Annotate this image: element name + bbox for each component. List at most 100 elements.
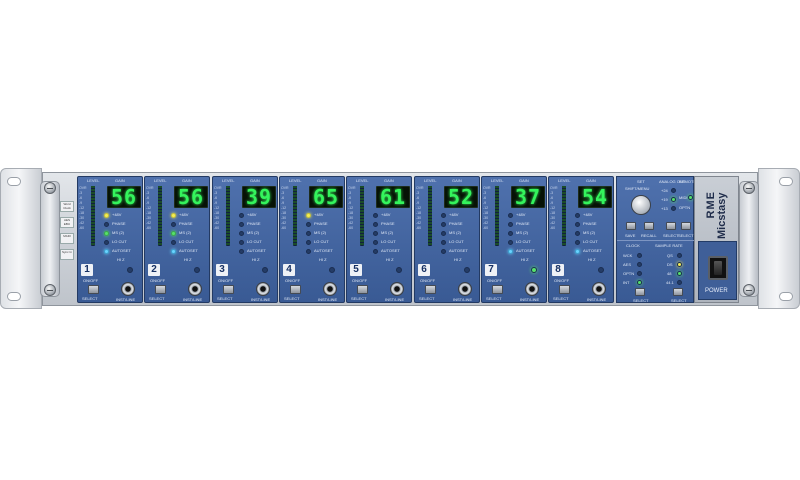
power-switch[interactable] xyxy=(708,256,728,280)
channel-option[interactable]: LO CUT xyxy=(305,237,345,246)
option-led xyxy=(171,230,176,236)
meter-segment xyxy=(495,207,499,209)
channel-option[interactable]: PHASE xyxy=(574,219,614,228)
meter-segment xyxy=(293,192,297,194)
channel-option[interactable]: LO CUT xyxy=(574,237,614,246)
instrument-input-jack[interactable] xyxy=(256,282,270,296)
gain-display: 56 xyxy=(107,186,141,208)
instrument-input-jack[interactable] xyxy=(188,282,202,296)
channel-option[interactable]: MS (2) xyxy=(507,228,547,237)
save-button[interactable] xyxy=(626,222,636,230)
channel-option[interactable]: LO CUT xyxy=(103,237,143,246)
hiz-led xyxy=(598,267,604,273)
instrument-input-jack[interactable] xyxy=(525,282,539,296)
instrument-input-jack[interactable] xyxy=(323,282,337,296)
instrument-input-jack[interactable] xyxy=(121,282,135,296)
channel-option[interactable]: AUTOSET xyxy=(170,246,210,255)
sample-rate-option: 44.1 xyxy=(666,280,674,285)
channel-option: HI Z xyxy=(305,255,345,264)
channel-strip: LEVEL GAIN OVR -3 -6 -9 -12 -18 -30 -42 -60 52 +… xyxy=(414,176,480,303)
meter-segment xyxy=(226,237,230,239)
channel-option[interactable]: LO CUT xyxy=(238,237,278,246)
meter-segment xyxy=(293,186,297,188)
option-led xyxy=(239,230,244,236)
channel-option[interactable]: LO CUT xyxy=(170,237,210,246)
select-button[interactable] xyxy=(425,285,436,294)
channel-option[interactable]: AUTOSET xyxy=(238,246,278,255)
meter-segment xyxy=(360,228,364,230)
channel-option[interactable]: AUTOSET xyxy=(305,246,345,255)
onoff-label: ON/OFF xyxy=(420,278,436,283)
channel-number: 1 xyxy=(81,264,93,276)
channel-option[interactable]: +48V xyxy=(440,210,480,219)
clock-option: INT xyxy=(623,280,630,285)
gain-display: 39 xyxy=(242,186,276,208)
channel-option[interactable]: MS (2) xyxy=(372,228,412,237)
channel-option[interactable]: PHASE xyxy=(103,219,143,228)
channel-option[interactable]: PHASE xyxy=(238,219,278,228)
channel-option[interactable]: MS (2) xyxy=(238,228,278,237)
instrument-input-jack[interactable] xyxy=(592,282,606,296)
meter-segment xyxy=(562,207,566,209)
select-button[interactable] xyxy=(492,285,503,294)
select-button[interactable] xyxy=(290,285,301,294)
meter-segment xyxy=(158,225,162,227)
channel-option[interactable]: +48V xyxy=(170,210,210,219)
channel-option[interactable]: PHASE xyxy=(372,219,412,228)
channel-option[interactable]: PHASE xyxy=(507,219,547,228)
channel-option[interactable]: MS (2) xyxy=(574,228,614,237)
channel-option[interactable]: MS (2) xyxy=(103,228,143,237)
channel-option[interactable]: AUTOSET xyxy=(507,246,547,255)
channel-option[interactable]: PHASE xyxy=(440,219,480,228)
level-meter xyxy=(158,186,162,246)
meter-scale: OVR -3 -6 -9 -12 -18 -30 -42 -60 xyxy=(550,186,561,246)
select-label: SELECT xyxy=(553,296,569,301)
meter-segment xyxy=(360,237,364,239)
meter-scale: OVR -3 -6 -9 -12 -18 -30 -42 -60 xyxy=(348,186,359,246)
instrument-input-jack[interactable] xyxy=(458,282,472,296)
select-button[interactable] xyxy=(88,285,99,294)
channel-option[interactable]: PHASE xyxy=(170,219,210,228)
set-knob[interactable] xyxy=(631,195,651,215)
remote-select-button[interactable] xyxy=(681,222,691,230)
level-label: LEVEL xyxy=(222,178,235,183)
sample-rate-select-button[interactable] xyxy=(673,288,683,296)
meter-segment xyxy=(428,234,432,236)
channel-option[interactable]: +48V xyxy=(305,210,345,219)
recall-button[interactable] xyxy=(644,222,654,230)
channel-option[interactable]: AUTOSET xyxy=(574,246,614,255)
channel-option[interactable]: PHASE xyxy=(305,219,345,228)
analog-out-option: +24 xyxy=(661,188,668,193)
option-label: +48V xyxy=(112,212,122,217)
clock-select-button[interactable] xyxy=(635,288,645,296)
hiz-led xyxy=(194,267,200,273)
meter-segment xyxy=(293,204,297,206)
channel-option[interactable]: MS (2) xyxy=(170,228,210,237)
channel-option[interactable]: LO CUT xyxy=(440,237,480,246)
select-button[interactable] xyxy=(155,285,166,294)
option-led xyxy=(373,239,378,245)
gain-display: 37 xyxy=(511,186,545,208)
option-led xyxy=(104,230,109,236)
channel-option[interactable]: +48V xyxy=(507,210,547,219)
select-button[interactable] xyxy=(357,285,368,294)
channel-option[interactable]: AUTOSET xyxy=(103,246,143,255)
channel-option[interactable]: +48V xyxy=(372,210,412,219)
select-button[interactable] xyxy=(223,285,234,294)
meter-segment xyxy=(91,186,95,188)
channel-option[interactable]: AUTOSET xyxy=(440,246,480,255)
meter-segment xyxy=(495,198,499,200)
select-button[interactable] xyxy=(559,285,570,294)
instrument-input-jack[interactable] xyxy=(390,282,404,296)
option-label: LO CUT xyxy=(583,239,598,244)
channel-option[interactable]: MS (2) xyxy=(305,228,345,237)
channel-option[interactable]: +48V xyxy=(238,210,278,219)
analog-out-select-button[interactable] xyxy=(666,222,676,230)
channel-controls: ON/OFF SELECT INST/LINE xyxy=(549,278,615,303)
channel-option[interactable]: LO CUT xyxy=(507,237,547,246)
channel-option[interactable]: +48V xyxy=(574,210,614,219)
channel-option[interactable]: LO CUT xyxy=(372,237,412,246)
channel-option[interactable]: +48V xyxy=(103,210,143,219)
channel-option[interactable]: MS (2) xyxy=(440,228,480,237)
channel-option[interactable]: AUTOSET xyxy=(372,246,412,255)
